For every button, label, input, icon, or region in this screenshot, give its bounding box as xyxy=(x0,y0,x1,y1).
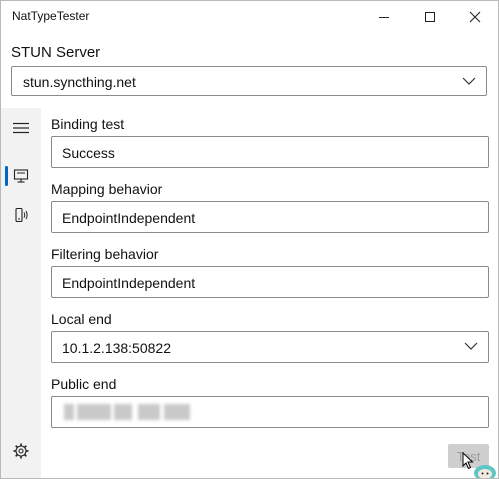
filtering-behavior-value: EndpointIndependent xyxy=(62,275,196,291)
chevron-down-icon xyxy=(462,77,476,85)
nav-menu-button[interactable] xyxy=(1,108,41,148)
gear-icon xyxy=(13,443,29,459)
maximize-icon xyxy=(425,12,435,22)
local-end-value: 10.1.2.138:50822 xyxy=(62,340,171,356)
mapping-behavior-label: Mapping behavior xyxy=(51,181,163,197)
navigation-rail xyxy=(1,108,41,478)
maximize-button[interactable] xyxy=(407,1,453,33)
nav-item-rfc3489[interactable] xyxy=(1,195,41,235)
redacted-public-end-value xyxy=(64,404,194,420)
mapping-behavior-value: EndpointIndependent xyxy=(62,210,196,226)
app-window: NatTypeTester STUN Server stun.syncthing… xyxy=(0,0,499,479)
hamburger-menu-icon xyxy=(13,122,29,134)
binding-test-label: Binding test xyxy=(51,116,125,132)
stun-server-combobox[interactable]: stun.syncthing.net xyxy=(11,66,487,96)
binding-test-value: Success xyxy=(62,145,115,161)
monitor-icon xyxy=(13,169,29,183)
mapping-behavior-field[interactable]: EndpointIndependent xyxy=(51,201,489,233)
nav-item-rfc5780[interactable] xyxy=(1,156,41,196)
window-title: NatTypeTester xyxy=(12,9,90,23)
local-end-label: Local end xyxy=(51,311,112,327)
filtering-behavior-label: Filtering behavior xyxy=(51,246,159,262)
stun-server-value: stun.syncthing.net xyxy=(23,74,136,90)
public-end-label: Public end xyxy=(51,376,117,392)
stun-server-label: STUN Server xyxy=(11,44,101,61)
minimize-icon xyxy=(379,17,389,18)
public-end-field[interactable] xyxy=(51,396,489,428)
nav-settings-button[interactable] xyxy=(1,431,41,471)
filtering-behavior-field[interactable]: EndpointIndependent xyxy=(51,266,489,298)
minimize-button[interactable] xyxy=(361,1,407,33)
chevron-down-icon xyxy=(464,342,478,350)
mascot-icon xyxy=(474,465,496,478)
close-icon xyxy=(469,11,481,23)
device-speaker-icon xyxy=(15,207,28,223)
binding-test-field[interactable]: Success xyxy=(51,136,489,168)
title-bar[interactable]: NatTypeTester xyxy=(1,1,498,33)
local-end-combobox[interactable]: 10.1.2.138:50822 xyxy=(51,331,489,363)
close-button[interactable] xyxy=(452,1,498,33)
